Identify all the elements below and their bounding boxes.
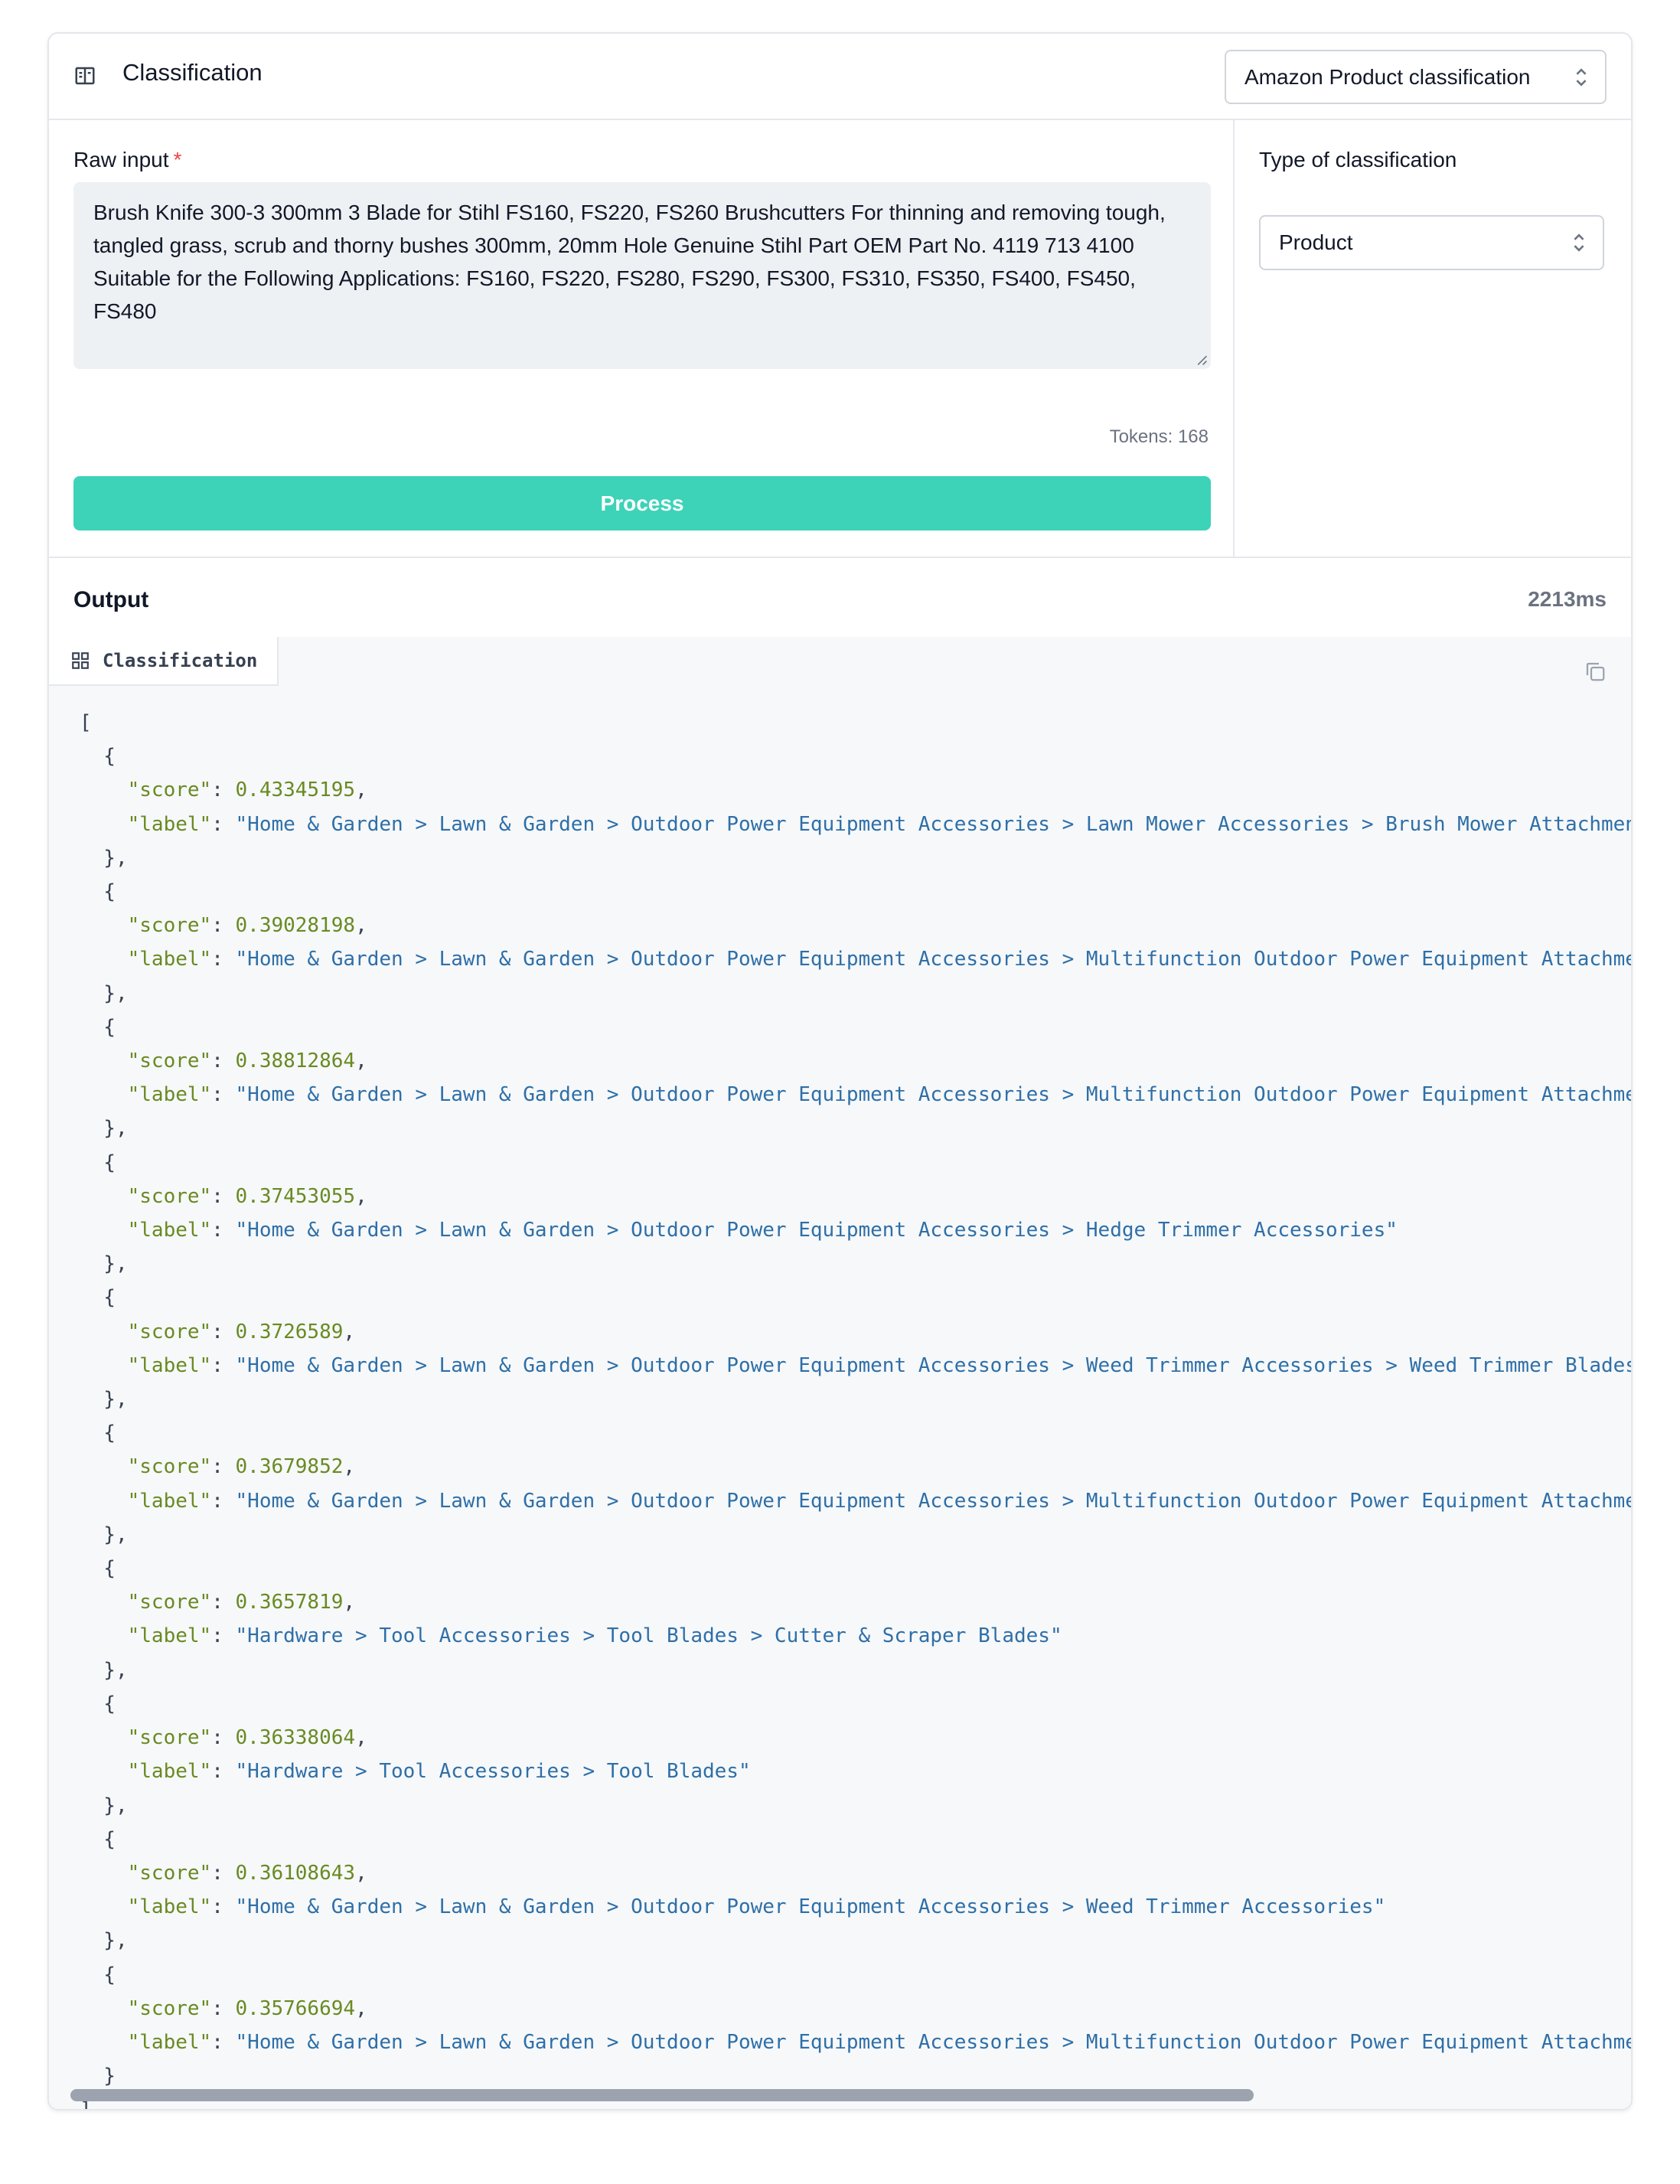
json-output: [ { "score": 0.43345195, "label": "Home … bbox=[80, 706, 1631, 2109]
score-value: 0.3657819 bbox=[235, 1591, 344, 1614]
label-key: "label" bbox=[127, 1895, 212, 1919]
score-key: "score" bbox=[127, 1320, 212, 1343]
copy-icon[interactable] bbox=[1584, 660, 1607, 683]
raw-input-text: Brush Knife 300-3 300mm 3 Blade for Stih… bbox=[93, 201, 1166, 323]
token-count: Tokens: 168 bbox=[1109, 426, 1209, 447]
label-value: "Home & Garden > Lawn & Garden > Outdoor… bbox=[235, 1219, 1398, 1242]
chevron-up-down-icon bbox=[1576, 67, 1587, 87]
score-value: 0.3726589 bbox=[235, 1320, 344, 1343]
resize-handle-icon[interactable] bbox=[1196, 354, 1208, 366]
card-header: Classification Amazon Product classifica… bbox=[49, 34, 1631, 120]
input-section: Raw input * Brush Knife 300-3 300mm 3 Bla… bbox=[49, 120, 1235, 557]
score-key: "score" bbox=[127, 914, 212, 938]
classification-card: Classification Amazon Product classifica… bbox=[47, 32, 1633, 2111]
result-item: { "score": 0.36108643, "label": "Home & … bbox=[103, 1827, 1386, 1953]
result-item: { "score": 0.35766694, "label": "Home & … bbox=[80, 1964, 1631, 2088]
score-key: "score" bbox=[127, 1591, 212, 1614]
tab-classification[interactable]: Classification bbox=[49, 637, 279, 686]
scrollbar-thumb[interactable] bbox=[70, 2089, 1254, 2101]
score-value: 0.35766694 bbox=[235, 1996, 356, 2020]
raw-input-label: Raw input * bbox=[73, 148, 181, 172]
result-item: { "score": 0.3679852, "label": "Home & G… bbox=[80, 1422, 1631, 1546]
score-value: 0.36108643 bbox=[235, 1861, 356, 1885]
result-item: { "score": 0.43345195, "label": "Home & … bbox=[80, 745, 1631, 870]
score-value: 0.3679852 bbox=[235, 1455, 344, 1479]
score-key: "score" bbox=[127, 1861, 212, 1885]
score-key: "score" bbox=[127, 1726, 212, 1750]
label-key: "label" bbox=[127, 1353, 212, 1377]
grid-icon bbox=[72, 652, 89, 669]
label-key: "label" bbox=[127, 1624, 212, 1648]
label-key: "label" bbox=[127, 812, 212, 836]
raw-input-textarea[interactable]: Brush Knife 300-3 300mm 3 Blade for Stih… bbox=[73, 182, 1211, 369]
score-value: 0.38812864 bbox=[235, 1050, 356, 1073]
label-value: "Home & Garden > Lawn & Garden > Outdoor… bbox=[235, 812, 1631, 836]
required-marker: * bbox=[173, 148, 182, 171]
output-title: Output bbox=[73, 587, 149, 612]
output-timing: 2213ms bbox=[1528, 587, 1607, 611]
result-item: { "score": 0.36338064, "label": "Hardwar… bbox=[103, 1692, 751, 1817]
type-select-value: Product bbox=[1279, 230, 1353, 254]
horizontal-scrollbar[interactable] bbox=[49, 2084, 1631, 2107]
result-item: { "score": 0.38812864, "label": "Home & … bbox=[80, 1016, 1631, 1141]
page-title: Classification bbox=[122, 59, 263, 86]
model-select-value: Amazon Product classification bbox=[1245, 64, 1531, 89]
label-value: "Hardware > Tool Accessories > Tool Blad… bbox=[235, 1624, 1062, 1648]
label-value: "Home & Garden > Lawn & Garden > Outdoor… bbox=[235, 1083, 1631, 1107]
raw-input-label-text: Raw input bbox=[73, 148, 169, 171]
score-value: 0.36338064 bbox=[235, 1726, 356, 1750]
result-item: { "score": 0.3657819, "label": "Hardware… bbox=[103, 1557, 1062, 1682]
score-key: "score" bbox=[127, 779, 212, 802]
score-value: 0.37453055 bbox=[235, 1184, 356, 1208]
result-item: { "score": 0.37453055, "label": "Home & … bbox=[103, 1151, 1398, 1276]
result-item: { "score": 0.3726589, "label": "Home & G… bbox=[80, 1286, 1631, 1411]
label-key: "label" bbox=[127, 1219, 212, 1242]
label-value: "Home & Garden > Lawn & Garden > Outdoor… bbox=[235, 1489, 1631, 1513]
label-value: "Home & Garden > Lawn & Garden > Outdoor… bbox=[235, 2030, 1631, 2054]
tab-classification-label: Classification bbox=[103, 650, 258, 671]
label-key: "label" bbox=[127, 1760, 212, 1784]
label-key: "label" bbox=[127, 948, 212, 971]
type-of-classification-label: Type of classification bbox=[1259, 148, 1457, 171]
model-select[interactable]: Amazon Product classification bbox=[1225, 50, 1607, 104]
chevron-up-down-icon bbox=[1574, 233, 1584, 252]
score-key: "score" bbox=[127, 1050, 212, 1073]
output-header: Output 2213ms bbox=[49, 557, 1631, 637]
label-value: "Home & Garden > Lawn & Garden > Outdoor… bbox=[235, 948, 1631, 971]
label-key: "label" bbox=[127, 1489, 212, 1513]
score-value: 0.43345195 bbox=[235, 779, 356, 802]
book-icon bbox=[75, 67, 95, 85]
label-value: "Home & Garden > Lawn & Garden > Outdoor… bbox=[235, 1353, 1631, 1377]
score-value: 0.39028198 bbox=[235, 914, 356, 938]
label-key: "label" bbox=[127, 1083, 212, 1107]
score-key: "score" bbox=[127, 1455, 212, 1479]
process-button[interactable]: Process bbox=[73, 476, 1211, 530]
label-key: "label" bbox=[127, 2030, 212, 2054]
label-value: "Hardware > Tool Accessories > Tool Blad… bbox=[235, 1760, 751, 1784]
type-select[interactable]: Product bbox=[1259, 215, 1604, 270]
score-key: "score" bbox=[127, 1996, 212, 2020]
result-item: { "score": 0.39028198, "label": "Home & … bbox=[80, 880, 1631, 1005]
label-value: "Home & Garden > Lawn & Garden > Outdoor… bbox=[235, 1895, 1386, 1919]
options-section: Type of classification Product bbox=[1235, 120, 1631, 557]
score-key: "score" bbox=[127, 1184, 212, 1208]
output-code-panel: Classification [ { "score": 0.43345195, … bbox=[49, 637, 1631, 2109]
